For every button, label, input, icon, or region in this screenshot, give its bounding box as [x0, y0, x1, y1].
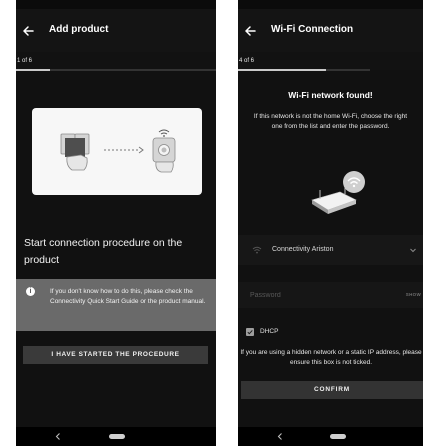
show-password-toggle[interactable]: SHOW: [406, 292, 421, 297]
wifi-connection-screen: Wi-Fi Connection 4 of 6 Wi-Fi network fo…: [238, 0, 423, 446]
step-progress-bar: [238, 69, 370, 71]
page-title: Add product: [49, 24, 109, 35]
password-row: SHOW: [238, 282, 423, 308]
app-bar: Add product: [16, 9, 216, 52]
nav-home-pill[interactable]: [109, 434, 125, 439]
dhcp-checkbox[interactable]: [246, 328, 254, 336]
instruction-title: Start connection procedure on the produc…: [24, 237, 183, 266]
app-bar: Wi-Fi Connection: [238, 9, 423, 52]
nav-back-icon[interactable]: [276, 432, 284, 441]
status-bar: [238, 0, 423, 9]
dhcp-label: DHCP: [260, 328, 279, 335]
content-area: 1 of 6 Start connection procedure on the…: [16, 52, 216, 427]
instruction-book-icon: [60, 133, 90, 157]
hand-icon: [66, 154, 88, 171]
found-title: Wi-Fi network found!: [288, 90, 373, 100]
nav-home-pill[interactable]: [330, 434, 346, 439]
dhcp-note: If you are using a hidden network or a s…: [240, 349, 422, 366]
step-progress-bar: [16, 69, 216, 71]
step-indicator: 4 of 6: [238, 52, 423, 70]
step-label: 4 of 6: [239, 58, 255, 64]
nav-back-icon[interactable]: [54, 432, 62, 441]
network-selector[interactable]: Connectivity Ariston: [238, 235, 423, 265]
add-product-screen: Add product 1 of 6 Start connection proc…: [16, 0, 216, 446]
wifi-signal-icon: [252, 246, 262, 254]
page-title: Wi-Fi Connection: [271, 24, 354, 35]
info-text: If you don't know how to do this, please…: [50, 288, 206, 305]
started-procedure-button[interactable]: I HAVE STARTED THE PROCEDURE: [23, 346, 208, 364]
wifi-icon: [343, 171, 365, 193]
router-icon: [311, 171, 365, 214]
step-indicator: 1 of 6: [16, 52, 216, 70]
system-nav-bar: [16, 427, 216, 446]
network-name: Connectivity Ariston: [272, 246, 334, 253]
dotted-arrow-icon: [104, 146, 144, 154]
password-field[interactable]: [250, 288, 390, 302]
info-box: i If you don't know how to do this, plea…: [16, 279, 216, 331]
back-arrow-icon[interactable]: [242, 23, 258, 39]
found-description: If this network is not the home Wi-Fi, c…: [253, 113, 408, 130]
step-label: 1 of 6: [17, 58, 33, 64]
content-area: 4 of 6 Wi-Fi network found! If this netw…: [238, 52, 423, 427]
wifi-device-icon: [152, 129, 176, 173]
step-progress-fill: [16, 69, 50, 71]
back-arrow-icon[interactable]: [20, 23, 36, 39]
confirm-button[interactable]: CONFIRM: [241, 381, 423, 399]
info-icon: i: [26, 287, 35, 296]
illustration-card: [32, 108, 202, 195]
chevron-down-icon[interactable]: [409, 246, 417, 254]
status-bar: [16, 0, 216, 9]
step-progress-fill: [238, 69, 327, 71]
system-nav-bar: [238, 427, 423, 446]
